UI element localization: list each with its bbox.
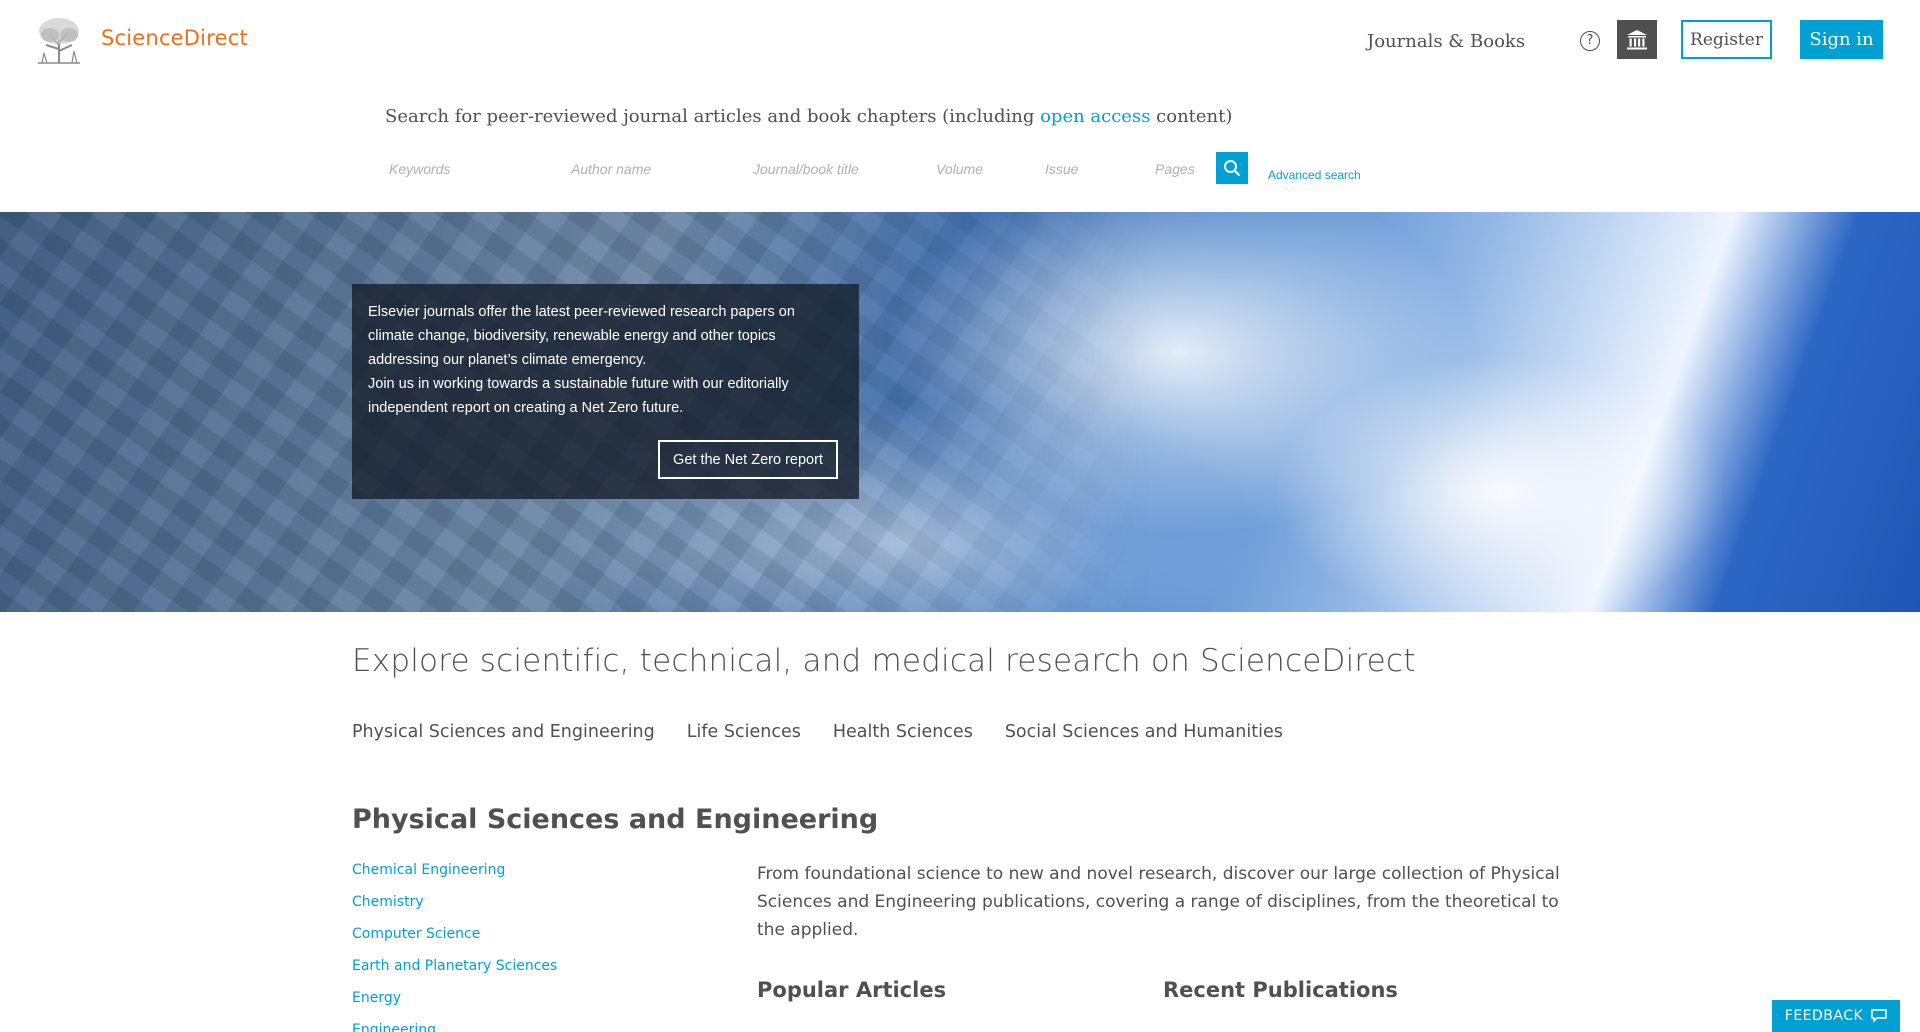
discipline-link[interactable]: Engineering	[352, 1022, 557, 1032]
search-icon	[1224, 160, 1241, 177]
discipline-link[interactable]: Energy	[352, 990, 557, 1022]
elsevier-tree-logo-icon[interactable]	[32, 15, 86, 65]
net-zero-report-button[interactable]: Get the Net Zero report	[658, 440, 838, 479]
subject-tabs: Physical Sciences and Engineering Life S…	[352, 722, 1283, 742]
discipline-link[interactable]: Earth and Planetary Sciences	[352, 958, 557, 990]
explore-title: Explore scientific, technical, and medic…	[352, 643, 1416, 679]
nav-journals-books[interactable]: Journals & Books	[1367, 31, 1525, 52]
section-title: Physical Sciences and Engineering	[352, 804, 879, 835]
hero-text-2: Join us in working towards a sustainable…	[368, 376, 789, 416]
pages-input[interactable]	[1151, 155, 1211, 183]
hero-banner: Elsevier journals offer the latest peer-…	[0, 212, 1920, 612]
search-intro-text: Search for peer-reviewed journal article…	[385, 106, 1232, 127]
discipline-link[interactable]: Computer Science	[352, 926, 557, 958]
recent-publications-heading: Recent Publications	[1163, 978, 1398, 1002]
institution-button[interactable]	[1617, 20, 1657, 59]
help-icon[interactable]: ?	[1580, 31, 1600, 51]
site-header: ScienceDirect Journals & Books ? Registe…	[0, 0, 1920, 82]
popular-articles-heading: Popular Articles	[757, 978, 947, 1002]
search-intro-after: content)	[1150, 106, 1233, 127]
search-intro-before: Search for peer-reviewed journal article…	[385, 106, 1041, 127]
feedback-button[interactable]: FEEDBACK	[1772, 1000, 1900, 1032]
tab-life-sciences[interactable]: Life Sciences	[687, 722, 801, 742]
tab-physical-sciences[interactable]: Physical Sciences and Engineering	[352, 722, 655, 742]
register-button[interactable]: Register	[1681, 20, 1772, 59]
journal-title-input[interactable]	[749, 155, 919, 183]
speech-bubble-icon	[1871, 1009, 1887, 1023]
hero-promo-box: Elsevier journals offer the latest peer-…	[352, 284, 859, 499]
feedback-label: FEEDBACK	[1784, 1008, 1864, 1024]
hero-text-1: Elsevier journals offer the latest peer-…	[368, 304, 795, 368]
open-access-link[interactable]: open access	[1040, 106, 1150, 127]
discipline-link[interactable]: Chemistry	[352, 894, 557, 926]
sign-in-button[interactable]: Sign in	[1800, 20, 1883, 59]
keywords-input[interactable]	[385, 155, 555, 183]
discipline-link[interactable]: Chemical Engineering	[352, 862, 557, 894]
advanced-search-link[interactable]: Advanced search	[1268, 168, 1361, 182]
section-description: From foundational science to new and nov…	[757, 864, 1560, 940]
volume-input[interactable]	[932, 155, 1032, 183]
search-submit-button[interactable]	[1216, 152, 1248, 184]
author-name-input[interactable]	[567, 155, 737, 183]
tab-social-sciences[interactable]: Social Sciences and Humanities	[1005, 722, 1283, 742]
discipline-list: Chemical Engineering Chemistry Computer …	[352, 862, 557, 1032]
tab-health-sciences[interactable]: Health Sciences	[833, 722, 973, 742]
issue-input[interactable]	[1041, 155, 1141, 183]
institution-icon	[1627, 29, 1647, 49]
brand-logo-link[interactable]: ScienceDirect	[101, 26, 248, 50]
